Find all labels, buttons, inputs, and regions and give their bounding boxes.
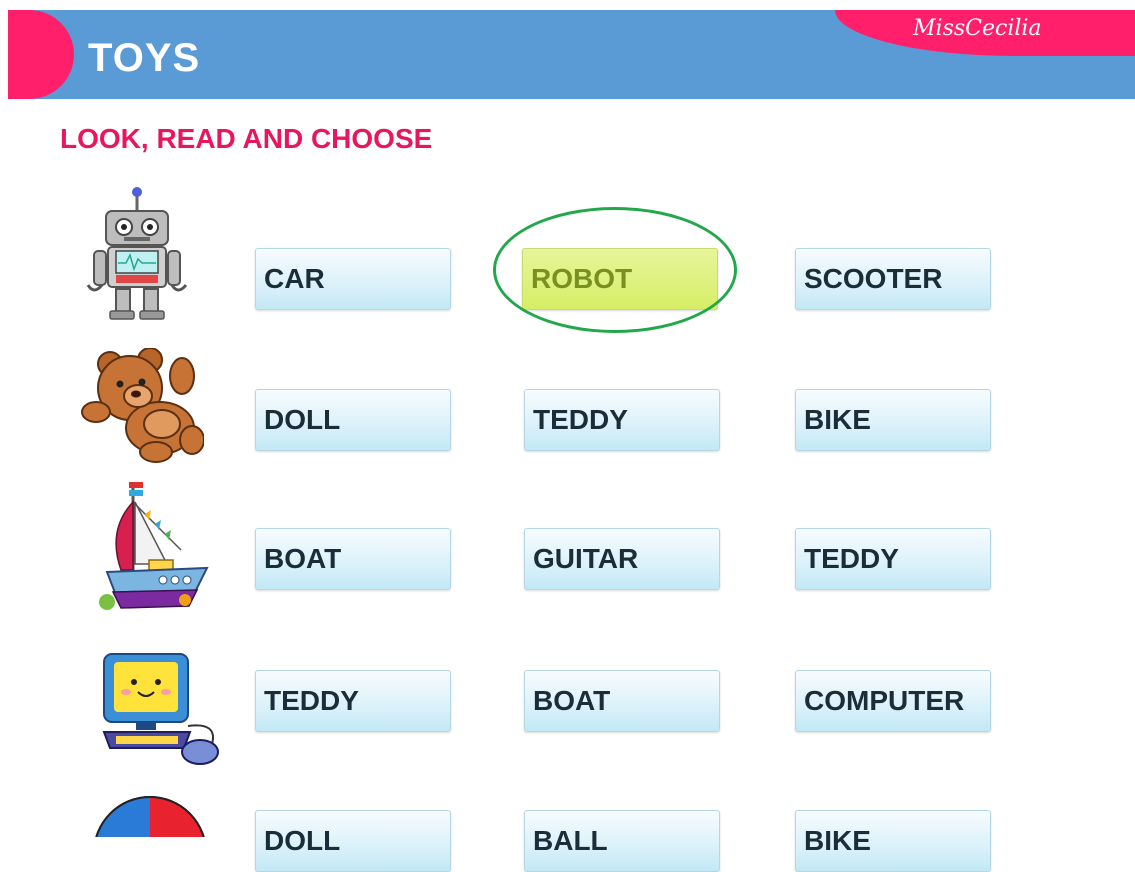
option-row4-b[interactable]: BOAT: [524, 670, 720, 732]
ball-icon: [92, 795, 212, 837]
robot-icon: [78, 185, 196, 321]
instruction-text: LOOK, READ AND CHOOSE: [60, 123, 433, 154]
option-row1-b-selected[interactable]: ROBOT: [522, 248, 718, 310]
option-row1-a[interactable]: CAR: [255, 248, 451, 310]
option-row1-c[interactable]: SCOOTER: [795, 248, 991, 310]
option-row4-c[interactable]: COMPUTER: [795, 670, 991, 732]
teddy-icon: [80, 347, 205, 464]
option-row2-c[interactable]: BIKE: [795, 389, 991, 451]
option-row4-a[interactable]: TEDDY: [255, 670, 451, 732]
option-row2-a[interactable]: DOLL: [255, 389, 451, 451]
computer-icon: [100, 652, 224, 768]
header-tab-decoration: [8, 10, 74, 99]
option-row5-c[interactable]: BIKE: [795, 810, 991, 872]
option-row3-b[interactable]: GUITAR: [524, 528, 720, 590]
option-row3-a[interactable]: BOAT: [255, 528, 451, 590]
option-row2-b[interactable]: TEDDY: [524, 389, 720, 451]
option-row3-c[interactable]: TEDDY: [795, 528, 991, 590]
option-row5-a[interactable]: DOLL: [255, 810, 451, 872]
option-row5-b[interactable]: BALL: [524, 810, 720, 872]
page-title: TOYS: [88, 36, 201, 80]
brand-logo-text: MissCecilia: [913, 16, 1042, 41]
boat-icon: [93, 480, 211, 618]
